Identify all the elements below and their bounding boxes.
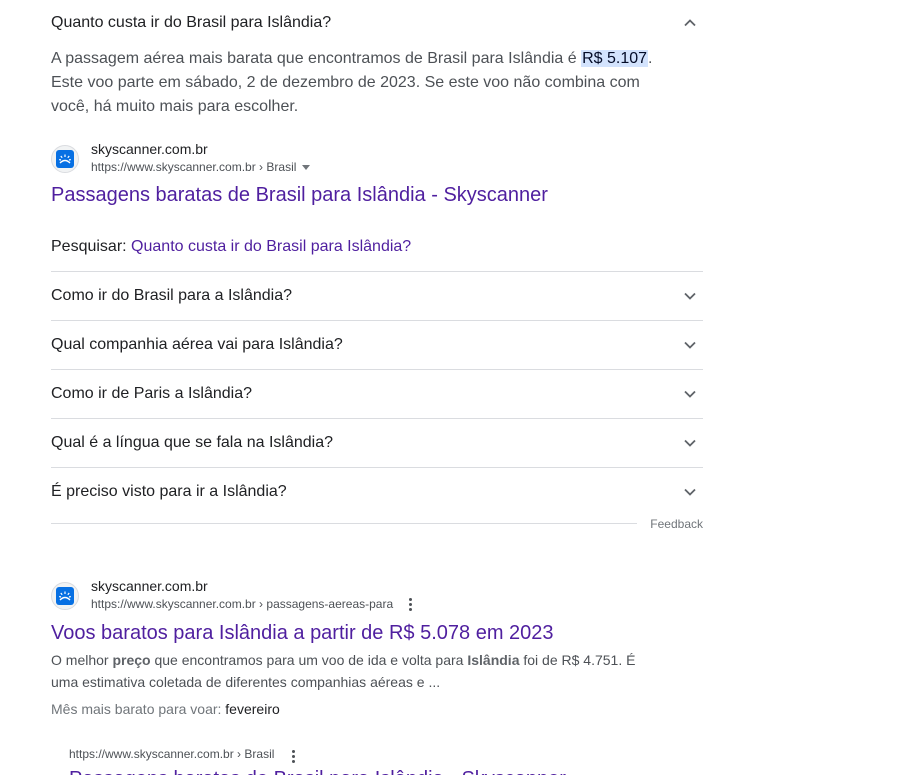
result-title-link[interactable]: Passagens baratas de Brasil para Islândi… <box>51 182 548 208</box>
chevron-down-icon[interactable] <box>683 485 697 499</box>
result-title-link[interactable]: Voos baratos para Islândia a partir de R… <box>51 620 554 646</box>
related-question-text[interactable]: Qual é a língua que se fala na Islândia? <box>51 433 333 453</box>
related-question-item[interactable]: É preciso visto para ir a Islândia? <box>51 467 703 516</box>
related-question-text[interactable]: Como ir de Paris a Islândia? <box>51 384 252 404</box>
related-question-text[interactable]: Qual companhia aérea vai para Islândia? <box>51 335 343 355</box>
more-vert-icon[interactable] <box>290 750 296 764</box>
paa-answer: A passagem aérea mais barata que encontr… <box>51 47 676 119</box>
snippet-bold: preço <box>112 652 151 668</box>
related-question-item[interactable]: Como ir de Paris a Islândia? <box>51 369 703 418</box>
snippet-text: que encontramos para um voo de ida e vol… <box>150 652 468 668</box>
sub-result-url[interactable]: https://www.skyscanner.com.br › Brasil <box>69 745 274 763</box>
related-question-item[interactable]: Como ir do Brasil para a Islândia? <box>51 271 703 320</box>
skyscanner-favicon <box>51 145 79 173</box>
caret-down-icon[interactable] <box>302 165 311 171</box>
feedback-row: Feedback <box>51 515 703 533</box>
snippet-text: O melhor <box>51 652 113 668</box>
related-question-item[interactable]: Qual é a língua que se fala na Islândia? <box>51 418 703 467</box>
chevron-down-icon[interactable] <box>683 387 697 401</box>
site-url[interactable]: https://www.skyscanner.com.br › passagen… <box>91 595 393 613</box>
paa-question-header[interactable]: Quanto custa ir do Brasil para Islândia? <box>51 0 703 44</box>
result-snippet: O melhor preço que encontramos para um v… <box>51 649 651 693</box>
chevron-down-icon[interactable] <box>683 338 697 352</box>
more-vert-icon[interactable] <box>407 598 413 612</box>
related-question-item[interactable]: Qual companhia aérea vai para Islândia? <box>51 320 703 369</box>
cheapest-month: Mês mais barato para voar: fevereiro <box>51 699 280 719</box>
paa-question-text[interactable]: Quanto custa ir do Brasil para Islândia? <box>51 13 331 33</box>
price-highlight: R$ 5.107 <box>581 50 649 67</box>
snippet-bold: Islândia <box>467 652 520 668</box>
related-question-text[interactable]: Como ir do Brasil para a Islândia? <box>51 286 292 306</box>
site-url[interactable]: https://www.skyscanner.com.br › Brasil <box>91 158 311 176</box>
related-question-text[interactable]: É preciso visto para ir a Islândia? <box>51 482 287 502</box>
cheapest-month-label: Mês mais barato para voar: <box>51 701 226 717</box>
site-name[interactable]: skyscanner.com.br <box>91 576 208 596</box>
chevron-down-icon[interactable] <box>683 436 697 450</box>
cheapest-month-value: fevereiro <box>225 701 280 717</box>
sub-result-title-link[interactable]: Passagens baratas de Brasil para Islândi… <box>69 766 566 775</box>
related-questions-list: Como ir do Brasil para a Islândia? Qual c… <box>51 271 703 516</box>
skyscanner-favicon <box>51 582 79 610</box>
search-suggestion-label: Pesquisar: <box>51 238 127 255</box>
feedback-link[interactable]: Feedback <box>650 516 703 532</box>
search-results-page: Quanto custa ir do Brasil para Islândia?… <box>0 0 897 775</box>
search-suggestion-link[interactable]: Quanto custa ir do Brasil para Islândia? <box>131 238 411 255</box>
paa-answer-text: A passagem aérea mais barata que encontr… <box>51 50 582 67</box>
search-suggestion: Pesquisar: Quanto custa ir do Brasil par… <box>51 237 411 257</box>
chevron-down-icon[interactable] <box>683 289 697 303</box>
paa-expanded-question: Quanto custa ir do Brasil para Islândia?… <box>51 0 703 119</box>
chevron-up-icon[interactable] <box>683 16 697 30</box>
site-name[interactable]: skyscanner.com.br <box>91 139 208 159</box>
site-url-text[interactable]: https://www.skyscanner.com.br › Brasil <box>91 160 296 174</box>
divider <box>51 523 637 524</box>
